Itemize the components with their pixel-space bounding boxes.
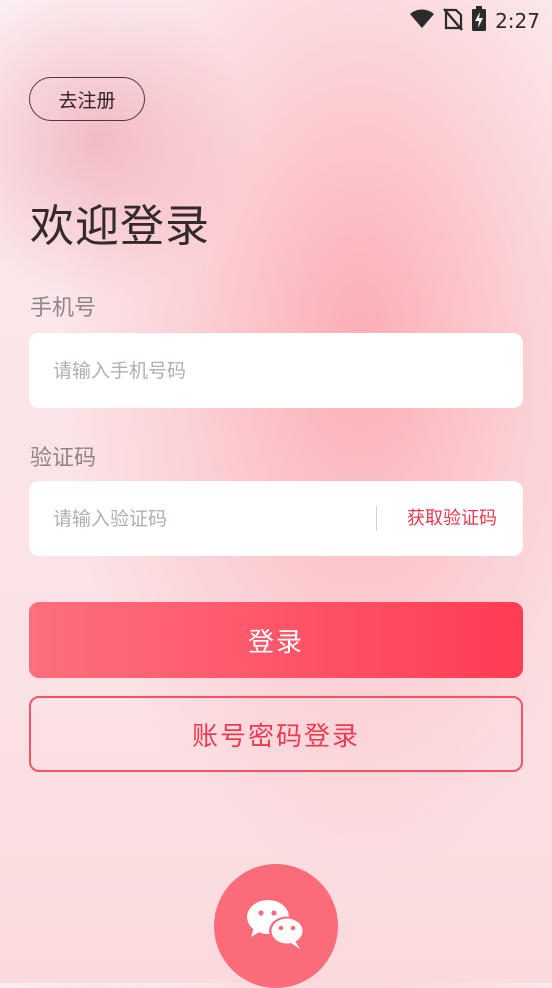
go-register-button[interactable]: 去注册 (29, 77, 145, 121)
wechat-icon (244, 897, 308, 955)
phone-field-box (29, 333, 523, 408)
status-time: 2:27 (495, 9, 540, 33)
code-field-box: 获取验证码 (29, 481, 523, 556)
code-label: 验证码 (30, 446, 97, 471)
code-input[interactable] (53, 481, 363, 556)
no-sim-icon (443, 7, 463, 35)
wechat-login-button[interactable] (214, 864, 338, 988)
wifi-icon (409, 8, 435, 34)
phone-input[interactable] (53, 333, 493, 408)
password-login-button[interactable]: 账号密码登录 (29, 696, 523, 772)
battery-charging-icon (471, 6, 487, 36)
code-divider (376, 506, 377, 531)
phone-label: 手机号 (30, 296, 97, 321)
page-title: 欢迎登录 (30, 201, 210, 252)
status-icons: 2:27 (409, 6, 540, 36)
get-code-button[interactable]: 获取验证码 (407, 481, 497, 556)
login-button[interactable]: 登录 (29, 602, 523, 678)
status-bar: 2:27 (0, 0, 552, 38)
